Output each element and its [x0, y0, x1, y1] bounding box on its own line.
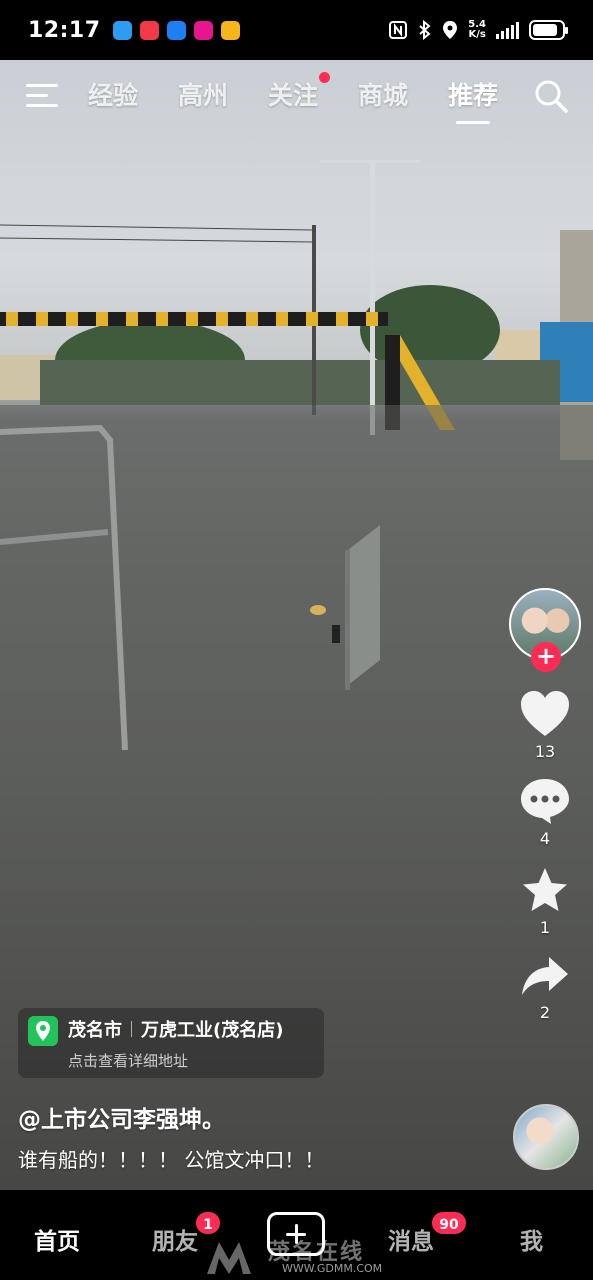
comment-count: 4 — [539, 829, 551, 848]
tab-recommend[interactable]: 推荐 — [448, 76, 498, 124]
status-bar: 12:17 5.4 K/s — [0, 0, 593, 60]
star-icon — [523, 868, 567, 911]
author-name[interactable]: @上市公司李强坤。 — [18, 1100, 225, 1134]
tab-mall[interactable]: 商城 — [358, 76, 408, 112]
location-hint: 点击查看详细地址 — [68, 1052, 189, 1070]
tab-me[interactable]: 我 — [520, 1222, 543, 1256]
messages-badge: 90 — [430, 1210, 468, 1236]
location-title: 茂名市 万虎工业(茂名店) — [68, 1016, 283, 1042]
music-disc[interactable] — [513, 1104, 579, 1170]
friends-badge: 1 — [194, 1210, 222, 1236]
location-place: 万虎工业(茂名店) — [141, 1020, 284, 1041]
watermark-url: WWW.GDMM.COM — [282, 1262, 383, 1275]
share-button[interactable]: 2 — [520, 955, 570, 1022]
tab-following[interactable]: 关注 — [268, 72, 331, 112]
status-time: 12:17 — [28, 17, 101, 43]
nfc-icon — [389, 21, 408, 39]
share-count: 2 — [539, 1003, 551, 1022]
comment-icon — [521, 779, 569, 824]
network-speed: 5.4 K/s — [468, 20, 486, 40]
bluetooth-icon — [419, 20, 431, 40]
tab-following-label: 关注 — [268, 81, 319, 110]
heart-icon — [521, 691, 569, 736]
weibo-app-icon — [220, 20, 240, 40]
tab-friends[interactable]: 朋友 — [152, 1222, 198, 1256]
menu-icon[interactable] — [26, 84, 58, 108]
post-description: 谁有船的！！！！ 公馆文冲口！！ — [18, 1148, 325, 1172]
tab-gaozhou[interactable]: 高州 — [178, 76, 228, 112]
share-icon — [522, 957, 568, 995]
feed-tabs: 经验 高州 关注 商城 推荐 — [88, 72, 498, 124]
location-divider — [131, 1021, 132, 1037]
like-count: 13 — [534, 742, 556, 761]
tab-home[interactable]: 首页 — [34, 1222, 80, 1256]
location-card[interactable]: 茂名市 万虎工业(茂名店) 点击查看详细地址 — [18, 1008, 324, 1078]
location-pin-icon — [28, 1016, 58, 1046]
comment-button[interactable]: 4 — [519, 777, 571, 848]
location-city: 茂名市 — [68, 1020, 122, 1041]
favorite-button[interactable]: 1 — [520, 866, 570, 937]
huawei-app-icon — [139, 20, 159, 40]
action-rail: + 13 4 1 2 — [509, 588, 581, 1022]
status-indicators: 5.4 K/s — [388, 20, 568, 40]
net-speed-unit: K/s — [468, 29, 486, 40]
follow-button[interactable]: + — [531, 642, 561, 672]
signal-icon — [496, 21, 519, 39]
top-nav: 经验 高州 关注 商城 推荐 — [0, 62, 593, 128]
message-app-icon — [112, 20, 132, 40]
battery-level — [533, 24, 557, 36]
notification-dot — [319, 72, 331, 83]
tab-experience[interactable]: 经验 — [88, 76, 138, 112]
battery-icon — [529, 20, 568, 40]
search-icon[interactable] — [533, 78, 569, 114]
location-icon — [443, 21, 458, 39]
alipay-app-icon — [166, 20, 186, 40]
like-button[interactable]: 13 — [519, 690, 571, 761]
favorite-count: 1 — [539, 918, 551, 937]
notification-icons — [112, 20, 240, 40]
pinduoduo-app-icon — [193, 20, 213, 40]
